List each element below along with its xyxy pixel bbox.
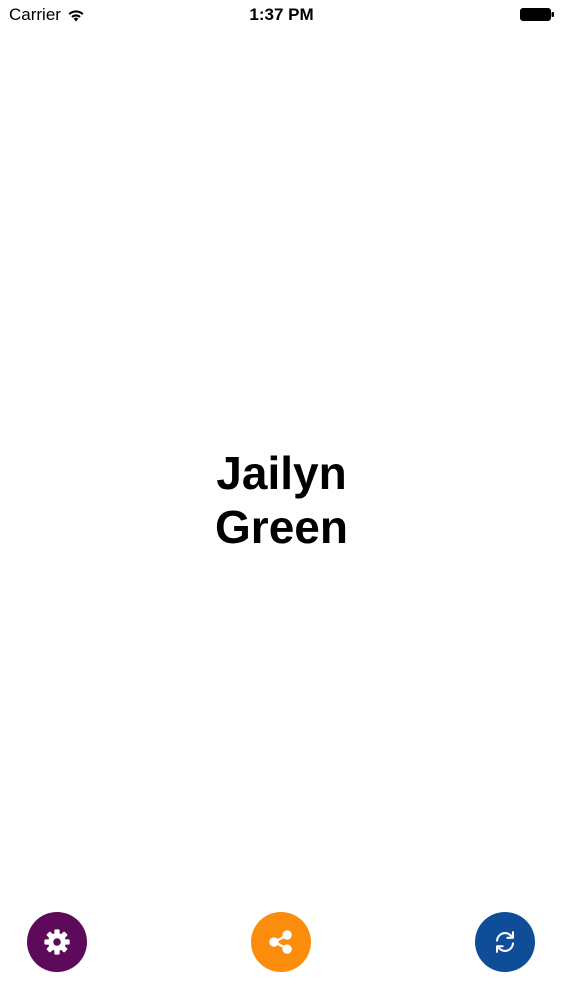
battery-icon xyxy=(520,8,554,21)
settings-button[interactable] xyxy=(27,912,87,972)
status-bar: Carrier 1:37 PM xyxy=(0,0,563,30)
status-time: 1:37 PM xyxy=(249,5,314,24)
first-name: Jailyn xyxy=(216,447,347,499)
share-button[interactable] xyxy=(251,912,311,972)
refresh-icon xyxy=(496,931,514,953)
profile-name: Jailyn Green xyxy=(0,446,563,554)
last-name: Green xyxy=(215,501,348,553)
refresh-button[interactable] xyxy=(475,912,535,972)
gear-icon xyxy=(44,929,70,955)
share-icon xyxy=(269,930,292,954)
app-screen: Carrier 1:37 PM Jailyn Green xyxy=(0,0,563,1000)
